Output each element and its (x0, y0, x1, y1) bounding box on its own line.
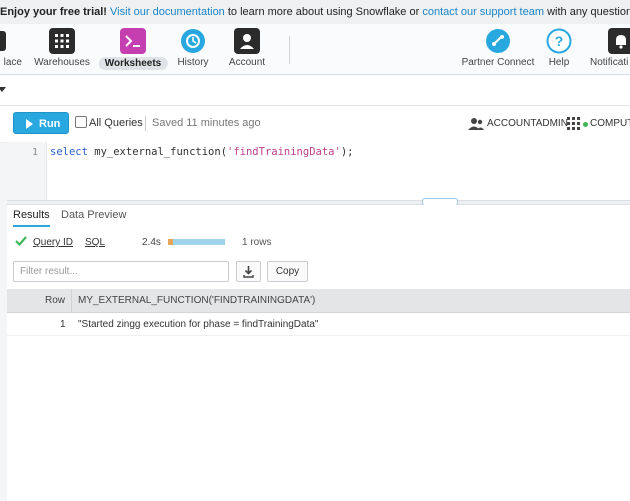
marketplace-icon (0, 31, 6, 51)
nav-worksheets[interactable]: Worksheets (98, 26, 168, 72)
nav-partner-connect[interactable]: Partner Connect (460, 26, 536, 72)
nav-divider (289, 36, 290, 64)
nav-label: Partner Connect (461, 57, 535, 68)
table-row[interactable]: 1 "Started zingg execution for phase = f… (7, 313, 630, 336)
download-button[interactable] (236, 261, 261, 282)
nav-history[interactable]: History (172, 26, 214, 72)
column-divider[interactable] (71, 289, 72, 312)
code-line[interactable]: select my_external_function('findTrainin… (50, 146, 353, 158)
download-icon (243, 266, 254, 278)
warehouse-selector[interactable]: COMPUT (590, 118, 630, 129)
worksheet-tab-bar (0, 75, 630, 106)
toolbar-divider (145, 116, 146, 131)
nav-help[interactable]: ? Help (542, 26, 576, 72)
results-grid-header: Row MY_EXTERNAL_FUNCTION('FINDTRAININGDA… (7, 289, 630, 313)
success-check-icon (15, 236, 27, 246)
tab-results[interactable]: Results (13, 209, 50, 227)
documentation-link[interactable]: Visit our documentation (110, 6, 225, 18)
nav-warehouses[interactable]: Warehouses (32, 26, 92, 72)
nav-marketplace[interactable]: lace (0, 26, 22, 72)
nav-label: Help (548, 57, 570, 68)
column-header-value[interactable]: MY_EXTERNAL_FUNCTION('FINDTRAININGDATA') (78, 295, 315, 306)
banner-tail-text: with any questions. (547, 6, 630, 18)
support-link[interactable]: contact our support team (422, 6, 544, 18)
warehouse-status-dot (583, 122, 588, 127)
worksheet-toolbar: Run All Queries Saved 11 minutes ago ACC… (0, 106, 630, 143)
nav-label: History (177, 57, 209, 68)
code-function: my_external_function( (87, 146, 228, 158)
all-queries-checkbox[interactable] (75, 116, 87, 128)
partner-connect-icon (486, 29, 510, 53)
sql-editor[interactable]: 1 select my_external_function('findTrain… (7, 142, 630, 200)
notifications-icon (608, 28, 630, 54)
account-icon (234, 28, 260, 54)
nav-label: lace (3, 57, 22, 68)
column-header-row: Row (45, 295, 66, 306)
row-index: 1 (60, 319, 66, 330)
sql-link[interactable]: SQL (85, 237, 105, 248)
svg-text:?: ? (555, 33, 564, 49)
banner-mid-text: to learn more about using Snowflake or (227, 6, 420, 18)
query-duration: 2.4s (142, 237, 161, 248)
row-count: 1 rows (242, 237, 272, 248)
run-button[interactable]: Run (13, 112, 69, 134)
copy-button[interactable]: Copy (267, 261, 308, 282)
query-id-link[interactable]: Query ID (33, 237, 73, 248)
trial-banner: Enjoy your free trial! Visit our documen… (0, 0, 630, 25)
nav-label: Warehouses (34, 57, 90, 68)
nav-notifications[interactable]: Notificati (588, 26, 630, 72)
code-string: 'findTrainingData' (227, 146, 341, 158)
role-selector[interactable]: ACCOUNTADMIN (487, 118, 568, 129)
filter-result-input[interactable] (13, 261, 229, 282)
nav-account[interactable]: Account (224, 26, 270, 72)
run-button-label: Run (39, 118, 61, 130)
code-close: ); (340, 146, 354, 158)
nav-label: Account (228, 57, 266, 68)
play-icon (26, 119, 33, 129)
saved-status: Saved 11 minutes ago (152, 117, 261, 129)
cell-value[interactable]: "Started zingg execution for phase = fin… (78, 319, 318, 330)
main-navbar: lace Warehouses Worksheets History Accou… (0, 24, 630, 75)
all-queries-label: All Queries (89, 117, 143, 129)
line-gutter: 1 (7, 142, 47, 200)
help-icon: ? (546, 28, 572, 54)
warehouses-icon (49, 28, 75, 54)
worksheets-icon (120, 28, 146, 54)
chevron-down-icon[interactable] (0, 87, 6, 92)
duration-bar-fill (168, 239, 173, 245)
duration-bar (168, 239, 225, 245)
line-number: 1 (31, 147, 38, 158)
tab-data-preview[interactable]: Data Preview (61, 209, 126, 225)
warehouse-icon (567, 117, 580, 130)
code-keyword: select (50, 146, 88, 158)
results-pane: Results Data Preview Query ID SQL 2.4s 1… (7, 205, 630, 501)
role-icon (468, 118, 484, 130)
nav-label: Notificati (590, 57, 629, 68)
nav-label: Worksheets (98, 57, 168, 70)
banner-lead: Enjoy your free trial! (0, 6, 107, 18)
history-icon (181, 29, 205, 53)
